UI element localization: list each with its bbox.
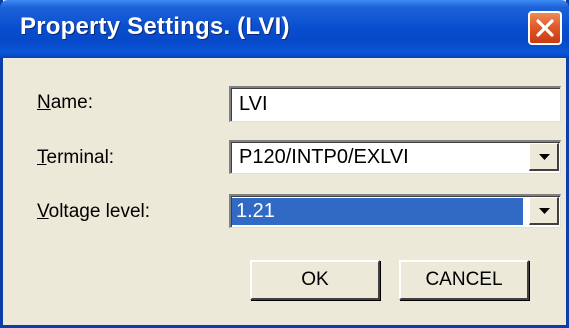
terminal-label: Terminal:	[37, 147, 115, 168]
voltage-level-dropdown-button[interactable]	[529, 197, 559, 225]
chevron-down-icon	[539, 154, 550, 160]
ok-button[interactable]: OK	[250, 260, 380, 300]
title-bar[interactable]: Property Settings. (LVI)	[0, 0, 569, 58]
property-settings-dialog: Property Settings. (LVI) Name: LVI Termi…	[0, 0, 569, 328]
terminal-select[interactable]: P120/INTP0/EXLVI	[229, 140, 561, 174]
cancel-button[interactable]: CANCEL	[399, 260, 529, 300]
close-icon	[536, 19, 554, 37]
voltage-level-label: Voltage level:	[37, 201, 151, 222]
voltage-level-select[interactable]: 1.21	[229, 194, 561, 228]
name-label: Name:	[37, 92, 93, 113]
close-button[interactable]	[528, 11, 562, 45]
voltage-level-select-value: 1.21	[232, 198, 523, 225]
terminal-select-value: P120/INTP0/EXLVI	[239, 146, 409, 168]
name-field[interactable]: LVI	[229, 86, 561, 122]
chevron-down-icon	[539, 208, 550, 214]
terminal-dropdown-button[interactable]	[529, 143, 559, 171]
window-title: Property Settings. (LVI)	[20, 13, 290, 40]
